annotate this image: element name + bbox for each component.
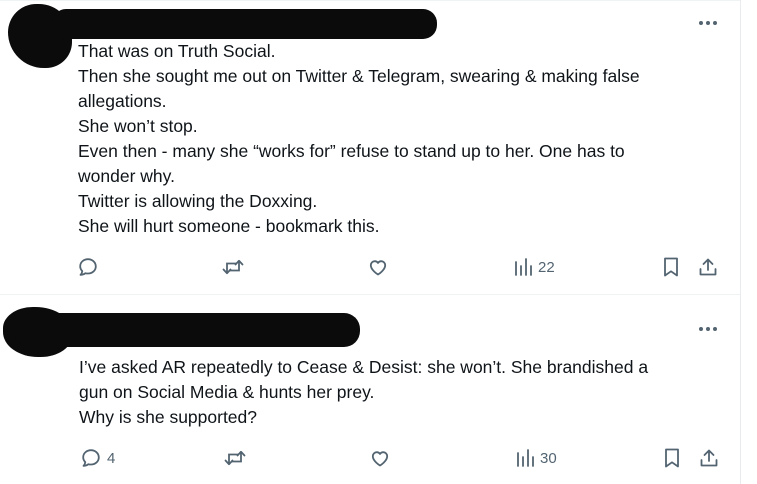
more-horizontal-icon [699, 327, 717, 331]
retweet-arrows-icon [222, 259, 244, 275]
views-button[interactable]: 22 [513, 255, 555, 279]
tweet-text: I’ve asked AR repeatedly to Cease & Desi… [79, 355, 648, 430]
tweet-text-line: She will hurt someone - bookmark this. [78, 216, 380, 236]
tweet-text-line: Even then - many she “works for” refuse … [78, 141, 625, 161]
reply-count: 4 [107, 449, 116, 467]
tweet-text-line: She won’t stop. [78, 116, 198, 136]
tweet-divider [0, 294, 740, 295]
tweet-text-line: Why is she supported? [79, 407, 258, 427]
tweet-text-line: gun on Social Media & hunts her prey. [79, 382, 375, 402]
views-count: 22 [538, 258, 555, 276]
share-upload-icon [700, 449, 718, 467]
tweet-text-line: allegations. [78, 91, 167, 111]
reply-bubble-icon [79, 258, 97, 276]
retweet-button[interactable] [221, 255, 250, 279]
tweet-actions: 4 30 [0, 446, 740, 470]
share-button[interactable] [697, 255, 719, 279]
views-bar-chart-icon [517, 449, 534, 467]
like-button[interactable] [369, 446, 396, 470]
tweet-text-line: That was on Truth Social. [78, 41, 276, 61]
views-button[interactable]: 30 [515, 446, 557, 470]
bookmark-button[interactable] [661, 255, 681, 279]
reply-bubble-icon [82, 449, 100, 467]
retweet-arrows-icon [224, 450, 246, 466]
tweet-text-line: Twitter is allowing the Doxxing. [78, 191, 318, 211]
bookmark-icon [665, 448, 679, 468]
heart-icon [371, 451, 389, 467]
share-upload-icon [699, 258, 717, 276]
tweet-text-line: I’ve asked AR repeatedly to Cease & Desi… [79, 357, 649, 377]
like-button[interactable] [367, 255, 394, 279]
timeline-border [740, 0, 741, 484]
retweet-button[interactable] [223, 446, 252, 470]
reply-button[interactable] [77, 255, 104, 279]
tweet-actions: 22 [0, 255, 740, 279]
reply-button[interactable]: 4 [80, 446, 115, 470]
redacted-author-name [52, 9, 437, 39]
more-options-button[interactable] [695, 322, 721, 336]
top-divider [0, 0, 740, 1]
more-options-button[interactable] [695, 16, 721, 30]
views-bar-chart-icon [515, 258, 532, 276]
tweet-text-line: Then she sought me out on Twitter & Tele… [78, 66, 640, 86]
tweet-text-line: wonder why. [78, 166, 175, 186]
redacted-author-name [14, 313, 360, 347]
tweet-text: That was on Truth Social. Then she sough… [78, 39, 640, 239]
bookmark-icon [664, 257, 678, 277]
share-button[interactable] [698, 446, 720, 470]
views-count: 30 [540, 449, 557, 467]
more-horizontal-icon [699, 21, 717, 25]
bookmark-button[interactable] [662, 446, 682, 470]
heart-icon [369, 260, 387, 276]
